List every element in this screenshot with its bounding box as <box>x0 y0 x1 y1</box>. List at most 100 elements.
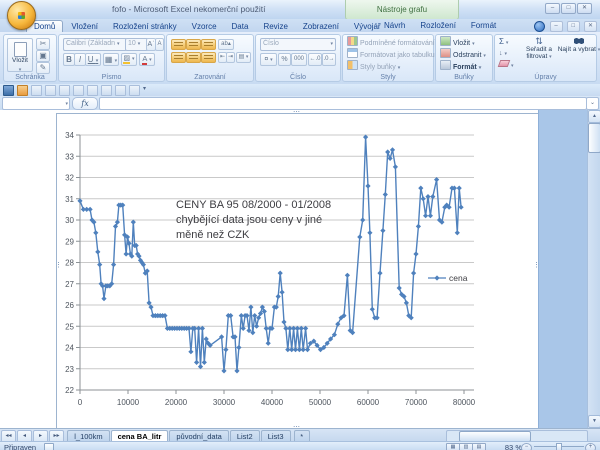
undo-icon[interactable] <box>17 85 28 96</box>
redo-icon[interactable] <box>31 85 42 96</box>
x-tick-label: 30000 <box>213 398 236 407</box>
help-icon[interactable] <box>534 21 545 32</box>
macro-record-icon[interactable] <box>44 443 54 450</box>
y-tick-label: 27 <box>65 280 74 289</box>
zoom-slider-thumb[interactable] <box>556 443 562 450</box>
contextual-tab-rozložení[interactable]: Rozložení <box>413 20 463 32</box>
clear-button[interactable]: ▾ <box>499 60 513 72</box>
autosum-button[interactable]: Σ ▾ <box>499 36 508 48</box>
cut-icon[interactable]: ✂ <box>36 38 50 50</box>
delete-cells-button[interactable]: Odstranit ▾ <box>440 48 486 60</box>
spelling-icon[interactable] <box>73 85 84 96</box>
font-name-select[interactable]: Calibri (Základn ▾ <box>63 38 127 51</box>
status-ready-label: Připraven <box>4 443 36 450</box>
align-right-button[interactable] <box>201 52 216 63</box>
conditional-formatting-button[interactable]: Podmíněné formátování ▾ <box>347 36 439 48</box>
decrease-decimal-icon[interactable]: .0→ <box>322 53 336 66</box>
align-top-button[interactable] <box>171 39 186 50</box>
y-tick-label: 31 <box>65 195 74 204</box>
scroll-up-icon[interactable]: ▲ <box>588 110 600 123</box>
view-page-break-button[interactable]: ▤ <box>472 443 486 450</box>
view-normal-button[interactable]: ▦ <box>446 443 460 450</box>
fill-button[interactable]: ↓ ▾ <box>499 48 507 60</box>
zoom-out-button[interactable]: − <box>521 443 532 450</box>
align-middle-button[interactable] <box>186 39 201 50</box>
minimize-button[interactable]: – <box>545 3 560 14</box>
print-icon[interactable] <box>45 85 56 96</box>
shrink-font-icon[interactable]: A <box>155 38 164 51</box>
close-button[interactable]: ✕ <box>577 3 592 14</box>
x-tick-label: 40000 <box>261 398 284 407</box>
binoculars-icon <box>574 38 584 44</box>
save-icon[interactable] <box>3 85 14 96</box>
print-preview-icon[interactable] <box>59 85 70 96</box>
paste-button[interactable]: Vložit ▾ <box>7 38 33 72</box>
comma-style-icon[interactable]: 000 <box>291 53 307 66</box>
percent-style-icon[interactable]: % <box>278 53 291 66</box>
insert-function-button[interactable]: fx <box>72 97 98 110</box>
y-tick-label: 25 <box>65 322 74 331</box>
group-editing: Σ ▾ ↓ ▾ ▾ ⇅Seřadit a filtrovat ▾ Najít a… <box>494 34 597 82</box>
y-tick-label: 30 <box>65 216 74 225</box>
increase-indent-icon[interactable]: ⇥ <box>226 52 235 63</box>
conditional-formatting-icon <box>347 36 358 46</box>
format-cells-icon <box>440 60 451 70</box>
name-box[interactable]: ▾ <box>2 97 70 110</box>
format-cells-button[interactable]: Formát ▾ <box>440 60 481 72</box>
filled-cells-region <box>538 110 589 428</box>
x-tick-label: 70000 <box>405 398 428 407</box>
table-icon[interactable] <box>129 85 140 96</box>
font-color-icon[interactable]: A ▾ <box>139 53 155 66</box>
contextual-tab-návrh[interactable]: Návrh <box>377 20 412 32</box>
copy-icon[interactable]: ▣ <box>36 50 50 62</box>
chart-handle-top[interactable]: ⋯ <box>293 111 300 115</box>
underline-button[interactable]: U ▾ <box>85 53 101 66</box>
y-tick-label: 24 <box>65 344 74 353</box>
chart-icon[interactable] <box>115 85 126 96</box>
sort-icon[interactable] <box>101 85 112 96</box>
y-tick-label: 28 <box>65 259 74 268</box>
cell-styles-button[interactable]: Styly buňky ▾ <box>347 60 400 72</box>
accounting-format-icon[interactable]: ¤ ▾ <box>260 53 277 66</box>
vertical-scroll-thumb[interactable] <box>588 123 600 153</box>
number-format-select[interactable]: Číslo ▾ <box>260 38 336 51</box>
align-bottom-button[interactable] <box>201 39 216 50</box>
orientation-icon[interactable]: ab▴ <box>218 39 234 50</box>
customize-icon[interactable]: ▾ <box>143 86 146 92</box>
workbook-close-button[interactable]: ✕ <box>584 21 597 32</box>
format-as-table-button[interactable]: Formátovat jako tabulku ▾ <box>347 48 439 60</box>
paste-special-icon[interactable] <box>87 85 98 96</box>
formula-bar-expand-icon[interactable]: ⌄ <box>586 97 599 110</box>
chart-handle-left[interactable]: ⋮ <box>55 264 62 268</box>
x-tick-label: 0 <box>78 398 83 407</box>
office-button[interactable] <box>7 1 36 30</box>
name-box-dropdown-icon[interactable]: ▾ <box>65 101 68 107</box>
office-logo-icon <box>18 12 25 19</box>
align-left-button[interactable] <box>171 52 186 63</box>
workbook-window-buttons: – □ ✕ <box>534 21 597 32</box>
format-painter-icon[interactable]: ✎ <box>36 62 50 74</box>
legend-marker-icon <box>434 275 439 280</box>
fill-color-icon[interactable]: ▨ ▾ <box>121 53 137 66</box>
vertical-scrollbar[interactable]: ▲ ▼ <box>587 110 600 428</box>
x-tick-label: 20000 <box>165 398 188 407</box>
borders-icon[interactable]: ▦ ▾ <box>103 53 119 66</box>
price-chart[interactable]: 2223242526272829303132333401000020000300… <box>56 113 539 429</box>
insert-cells-button[interactable]: Vložit ▾ <box>440 36 475 48</box>
ribbon-tab-row: DomůVloženíRozložení stránkyVzorceDataRe… <box>0 19 600 32</box>
view-page-layout-button[interactable]: ▥ <box>459 443 473 450</box>
increase-decimal-icon[interactable]: ←.0 <box>308 53 322 66</box>
zoom-in-button[interactable]: + <box>585 443 596 450</box>
workbook-minimize-button[interactable]: – <box>550 21 563 32</box>
sort-filter-button[interactable]: ⇅Seřadit a filtrovat ▾ <box>517 38 561 61</box>
align-center-button[interactable] <box>186 52 201 63</box>
formula-input[interactable] <box>99 97 587 110</box>
find-select-button[interactable]: Najít a vybrat ▾ <box>557 38 600 54</box>
scroll-down-icon[interactable]: ▼ <box>588 415 600 428</box>
merge-center-icon[interactable]: ▤ ▾ <box>236 52 251 63</box>
maximize-button[interactable]: □ <box>561 3 576 14</box>
eraser-icon <box>498 60 511 67</box>
workbook-restore-button[interactable]: □ <box>567 21 580 32</box>
y-tick-label: 32 <box>65 174 74 183</box>
contextual-tab-formát[interactable]: Formát <box>464 20 503 32</box>
